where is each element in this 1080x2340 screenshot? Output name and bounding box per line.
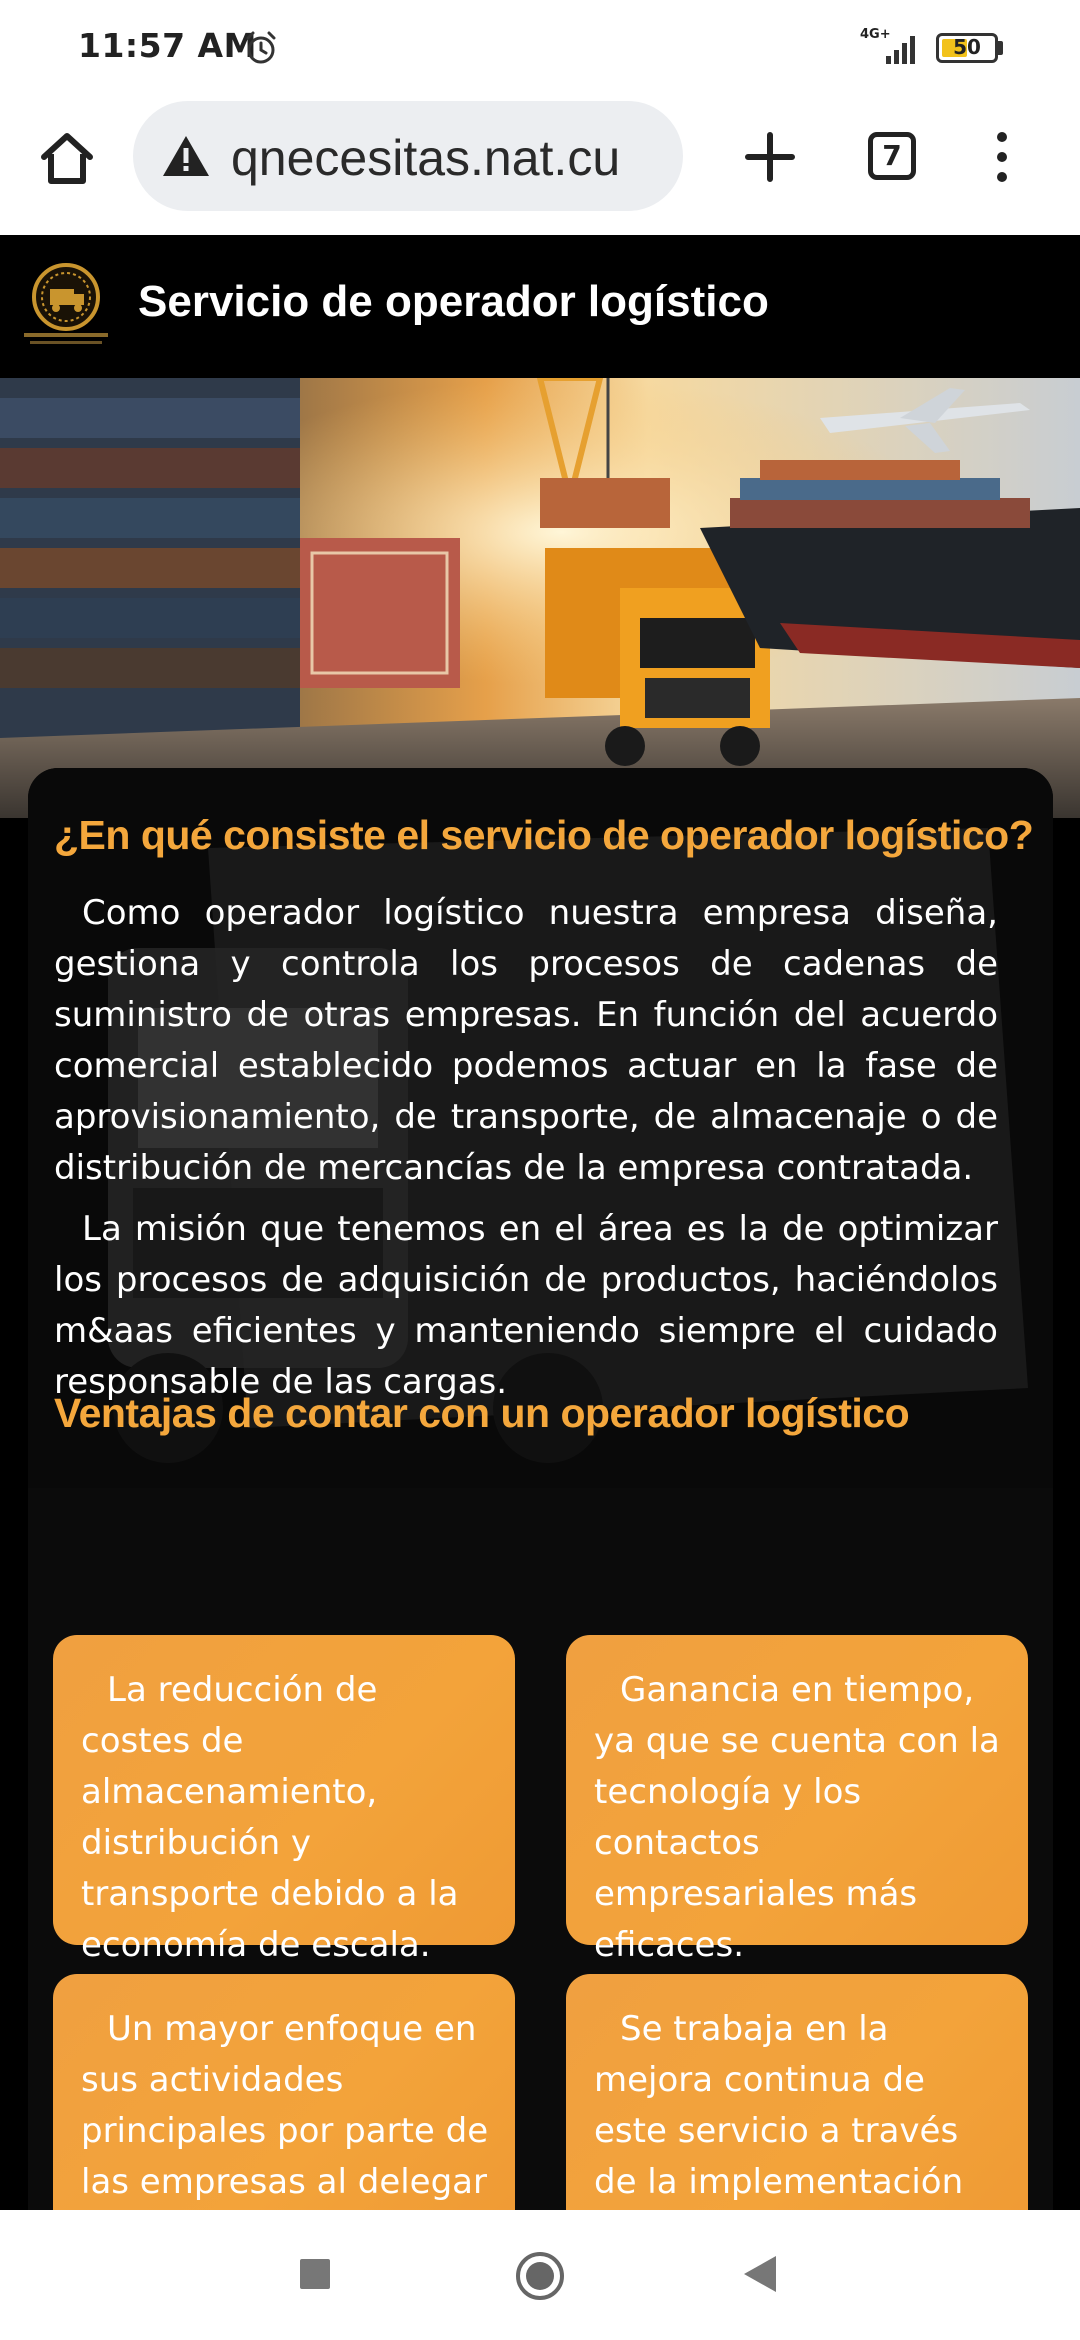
logo-icon[interactable] [16, 253, 116, 353]
advantage-card: Un mayor enfoque en sus actividades prin… [53, 1974, 515, 2234]
battery-level: 50 [953, 35, 981, 59]
section-heading-advantages: Ventajas de contar con un operador logís… [54, 1390, 910, 1436]
back-icon[interactable] [742, 2254, 778, 2294]
advantage-card: Se trabaja en la mejora continua de este… [566, 1974, 1028, 2253]
signal-icon [886, 36, 915, 64]
system-navigation-bar [0, 2210, 1080, 2340]
section-heading-service: ¿En qué consiste el servicio de operador… [54, 812, 1034, 858]
menu-icon[interactable] [990, 129, 1014, 185]
status-time: 11:57 AM [78, 26, 257, 65]
paragraph-service-description: Como operador logístico nuestra empresa … [54, 893, 998, 1188]
warning-icon[interactable] [161, 134, 211, 178]
paragraph-mission: La misión que tenemos en el área es la d… [54, 1209, 998, 1402]
browser-toolbar: qnecesitas.nat.cu 7 [0, 95, 1080, 235]
status-bar: 11:57 AM 4G+ 50 [0, 0, 1080, 95]
recents-icon[interactable] [300, 2259, 330, 2289]
site-title: Servicio de operador logístico [138, 277, 769, 326]
advantage-text: Un mayor enfoque en sus actividades prin… [81, 2009, 489, 2202]
address-bar[interactable]: qnecesitas.nat.cu [133, 101, 683, 211]
battery-tip [998, 41, 1003, 55]
advantage-text: Ganancia en tiempo, ya que se cuenta con… [594, 1670, 1000, 1965]
url-text[interactable]: qnecesitas.nat.cu [231, 129, 620, 187]
advantage-card: Ganancia en tiempo, ya que se cuenta con… [566, 1635, 1028, 1965]
home-icon[interactable] [36, 127, 98, 189]
advantage-text: La reducción de costes de almacenamiento… [81, 1670, 459, 1965]
home-circle-icon[interactable] [514, 2250, 566, 2302]
battery-icon: 50 [936, 33, 998, 63]
new-tab-icon[interactable] [744, 131, 796, 183]
alarm-icon [246, 31, 276, 64]
hero-image [0, 378, 1080, 818]
site-header: Servicio de operador logístico [0, 235, 1080, 378]
tab-switcher-button[interactable]: 7 [868, 132, 916, 180]
advantage-card: La reducción de costes de almacenamiento… [53, 1635, 515, 1965]
